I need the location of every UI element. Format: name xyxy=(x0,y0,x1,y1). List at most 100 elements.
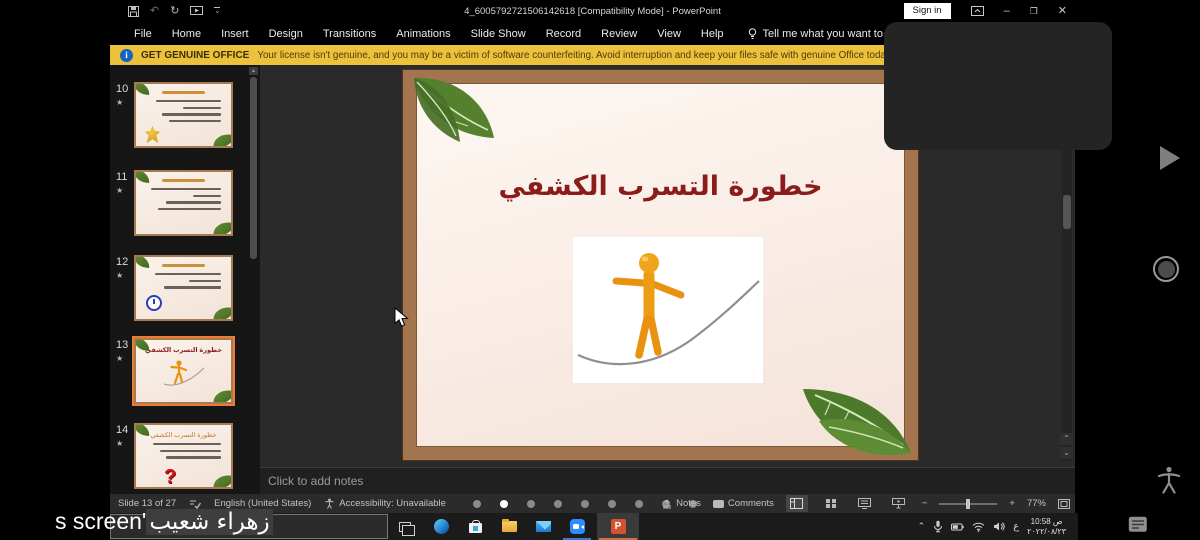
notes-pane[interactable]: Click to add notes xyxy=(260,467,1075,494)
zoom-app-button[interactable] xyxy=(560,513,594,540)
tab-view[interactable]: View xyxy=(647,28,691,40)
notification-panel-icon[interactable] xyxy=(1128,516,1148,538)
accessibility-control[interactable] xyxy=(1157,466,1181,499)
thumbnail-slide-14[interactable]: 14 ★ خطورة التسرب الكشفي ? xyxy=(116,423,248,489)
thumbnail-slide-13-selected[interactable]: 13★ خطورة التسرب الكشفي xyxy=(116,338,248,404)
thumb-scrollbar[interactable] xyxy=(250,77,257,259)
animation-star-icon: ★ xyxy=(116,186,134,195)
battery-icon[interactable] xyxy=(951,522,964,532)
document-title: 4_6005792721506142618 [Compatibility Mod… xyxy=(464,6,721,17)
tab-animations[interactable]: Animations xyxy=(386,28,460,40)
tab-help[interactable]: Help xyxy=(691,28,734,40)
record-button[interactable] xyxy=(1153,256,1179,282)
lightbulb-icon xyxy=(748,28,757,40)
tab-review[interactable]: Review xyxy=(591,28,647,40)
thumb-slide-title: خطورة التسرب الكشفي xyxy=(136,431,231,439)
store-taskbar-button[interactable] xyxy=(458,513,492,540)
start-slideshow-icon[interactable] xyxy=(190,6,203,16)
slide-number: 12 xyxy=(116,256,128,268)
thumb-title-placeholder xyxy=(162,91,206,94)
mouse-cursor xyxy=(394,307,409,333)
participant-video-tile[interactable] xyxy=(884,22,1112,150)
zoom-slider-thumb[interactable] xyxy=(966,499,970,509)
customize-qat-icon[interactable]: ⌄ xyxy=(214,7,220,15)
accessibility-icon xyxy=(324,498,335,509)
redo-icon[interactable]: ↻ xyxy=(170,6,179,17)
clock[interactable]: 10:58 ص ٢٠٢٢/٠٨/٢٣ xyxy=(1027,517,1066,537)
current-slide[interactable]: خطورة التسرب الكشفي xyxy=(403,70,918,460)
gold-figure-image xyxy=(145,126,160,143)
ribbon-display-options-icon[interactable] xyxy=(971,6,984,16)
canvas-scrollbar-thumb[interactable] xyxy=(1063,195,1071,229)
thumb-title-placeholder xyxy=(162,264,206,267)
leaf-decoration xyxy=(134,255,151,268)
mail-taskbar-button[interactable] xyxy=(526,513,560,540)
leaf-decoration xyxy=(134,82,151,95)
notes-toggle[interactable]: Notes xyxy=(662,498,701,509)
previous-slide-button[interactable]: ⌃ xyxy=(1060,433,1073,445)
microphone-icon[interactable] xyxy=(933,520,943,533)
sign-in-button[interactable]: Sign in xyxy=(904,3,951,18)
mail-icon xyxy=(536,521,551,532)
microsoft-store-icon xyxy=(469,523,482,533)
input-language-indicator[interactable]: ع xyxy=(1013,521,1019,532)
caption-arabic-name: زهراء شعيب xyxy=(146,509,272,535)
task-view-button[interactable] xyxy=(388,513,422,540)
thumbnail-slide-10[interactable]: 10★ xyxy=(116,82,248,148)
save-icon[interactable] xyxy=(128,6,139,17)
zoom-out-button[interactable]: − xyxy=(922,498,928,509)
leaf-decoration xyxy=(213,133,233,148)
title-bar: ↶ ↻ ⌄ 4_6005792721506142618 [Compatibili… xyxy=(110,0,1075,22)
leaf-decoration xyxy=(213,474,233,489)
next-slide-button[interactable]: ⌄ xyxy=(1060,447,1073,459)
reading-view-button[interactable] xyxy=(854,495,876,512)
animation-star-icon: ★ xyxy=(116,439,134,448)
leaf-decoration xyxy=(134,170,151,183)
powerpoint-taskbar-button[interactable]: P xyxy=(601,513,635,540)
accessibility-status[interactable]: Accessibility: Unavailable xyxy=(339,498,446,509)
tray-expand-chevron[interactable]: ⌃ xyxy=(918,521,926,532)
thumb-title-placeholder xyxy=(162,179,206,182)
tab-home[interactable]: Home xyxy=(162,28,211,40)
thumbnail-slide-12[interactable]: 12★ xyxy=(116,255,248,321)
tightrope-figure-mini xyxy=(162,357,206,389)
edge-icon xyxy=(434,519,449,534)
comment-icon xyxy=(713,500,724,508)
fit-to-window-icon[interactable] xyxy=(1058,499,1070,509)
zoom-app-icon xyxy=(570,519,585,534)
system-tray: ⌃ ع 10:58 ص ٢٠٢٢/٠٨/٢٣ xyxy=(918,513,1066,540)
play-button[interactable] xyxy=(1160,146,1180,170)
minimize-button[interactable]: – xyxy=(1004,6,1010,17)
zoom-level[interactable]: 77% xyxy=(1027,498,1046,509)
restore-button[interactable]: ❐ xyxy=(1030,7,1038,16)
canvas-scrollbar-track[interactable] xyxy=(1062,143,1072,461)
thumb-scroll-up-button[interactable]: ▲ xyxy=(249,67,258,75)
slide-image-tightrope[interactable] xyxy=(573,237,763,383)
undo-icon[interactable]: ↶ xyxy=(150,6,159,17)
wifi-icon[interactable] xyxy=(972,522,985,532)
close-button[interactable]: ✕ xyxy=(1058,6,1067,17)
notes-placeholder[interactable]: Click to add notes xyxy=(268,474,363,488)
tab-insert[interactable]: Insert xyxy=(211,28,259,40)
tab-record[interactable]: Record xyxy=(536,28,591,40)
slideshow-view-button[interactable] xyxy=(888,495,910,512)
slide-sorter-view-button[interactable] xyxy=(820,495,842,512)
slide-title[interactable]: خطورة التسرب الكشفي xyxy=(416,171,905,202)
tab-slideshow[interactable]: Slide Show xyxy=(461,28,536,40)
tab-design[interactable]: Design xyxy=(259,28,313,40)
normal-view-button[interactable] xyxy=(786,495,808,512)
thumbnail-slide-11[interactable]: 11★ xyxy=(116,170,248,236)
notes-icon xyxy=(662,499,672,509)
question-mark-image: ? xyxy=(164,467,176,487)
comments-toggle[interactable]: Comments xyxy=(713,498,774,509)
edge-taskbar-button[interactable] xyxy=(424,513,458,540)
tell-me-box[interactable]: Tell me what you want to do xyxy=(748,28,899,40)
tab-file[interactable]: File xyxy=(124,28,162,40)
speaker-icon[interactable] xyxy=(993,521,1005,532)
file-explorer-button[interactable] xyxy=(492,513,526,540)
tab-transitions[interactable]: Transitions xyxy=(313,28,386,40)
zoom-in-button[interactable]: + xyxy=(1009,498,1015,509)
slide-number: 14 xyxy=(116,424,128,436)
leaf-decoration xyxy=(213,389,233,404)
zoom-slider[interactable] xyxy=(939,503,997,505)
